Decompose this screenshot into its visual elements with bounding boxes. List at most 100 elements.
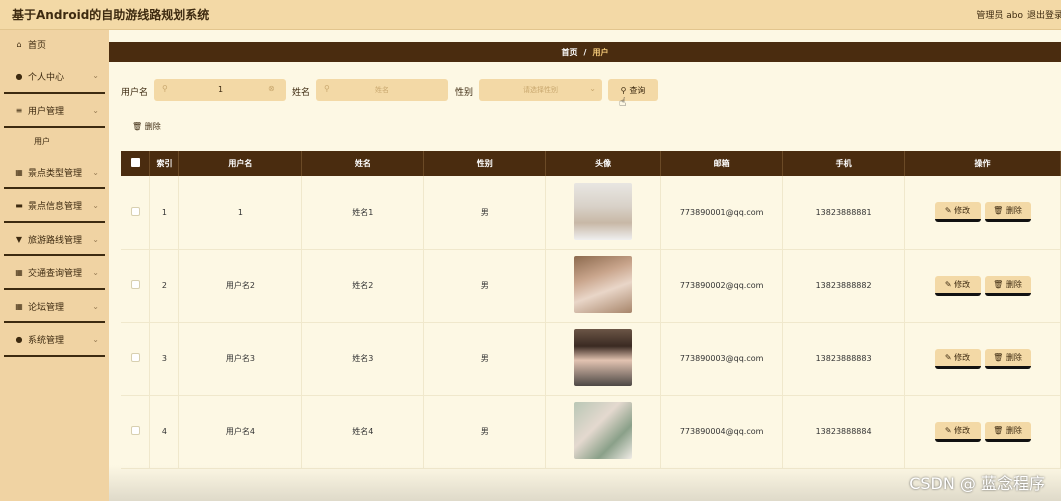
- cell-actions: ✎ 修改 🗑 删除: [904, 176, 1061, 250]
- gender-select[interactable]: 请选择性别 ⌄: [479, 79, 602, 101]
- search-button[interactable]: ⚲ 查询: [608, 79, 658, 101]
- delete-label: 删除: [1005, 206, 1022, 216]
- name-placeholder: 姓名: [375, 86, 389, 94]
- cell-avatar: [545, 322, 662, 396]
- cell-actions: ✎ 修改 🗑 删除: [904, 249, 1061, 323]
- cell-index: 1: [149, 176, 180, 250]
- cell-gender: 男: [423, 395, 547, 469]
- breadcrumb-home[interactable]: 首页: [562, 47, 578, 58]
- header-username: 用户名: [178, 151, 303, 176]
- delete-button[interactable]: 🗑 删除: [984, 202, 1031, 223]
- edit-button[interactable]: ✎ 修改: [934, 202, 981, 223]
- sidebar-item-home[interactable]: ⌂ 首页: [0, 30, 109, 59]
- sidebar-subitem-user[interactable]: 用户: [0, 128, 109, 156]
- user-icon: ●: [15, 72, 23, 81]
- cell-email: 773890002@qq.com: [660, 249, 784, 323]
- app-title: 基于Android的自助游线路规划系统: [12, 8, 210, 22]
- cell-phone: 13823888881: [782, 176, 906, 250]
- sidebar-item-system[interactable]: ● 系统管理 ⌄: [0, 323, 109, 357]
- chevron-down-icon: ⌄: [92, 106, 99, 115]
- grid-icon: ▦: [15, 301, 23, 311]
- sidebar-item-scenic-type[interactable]: ▦ 景点类型管理 ⌄: [0, 156, 109, 190]
- username-value: 1: [218, 85, 224, 94]
- cell-avatar: [545, 249, 662, 323]
- delete-label: 删除: [1005, 279, 1022, 289]
- watermark: CSDN @ 蓝念程序: [909, 474, 1045, 493]
- sidebar-item-user-management[interactable]: ≡ 用户管理 ⌄: [0, 94, 109, 128]
- pin-icon: ▼: [15, 234, 23, 244]
- delete-button[interactable]: 🗑 删除: [984, 275, 1031, 296]
- checkbox[interactable]: [130, 353, 140, 362]
- delete-button[interactable]: 🗑 删除: [984, 421, 1031, 442]
- header-index: 索引: [149, 151, 180, 176]
- sidebar-item-transport-query[interactable]: ▦ 交通查询管理 ⌄: [0, 256, 109, 290]
- sidebar-item-label: 用户: [34, 137, 50, 146]
- table-row: 2 用户名2 姓名2 男 773890002@qq.com 1382388888…: [121, 249, 1061, 323]
- row-select[interactable]: [121, 176, 151, 250]
- sidebar-item-label: 首页: [28, 41, 47, 51]
- header-phone: 手机: [782, 151, 906, 176]
- cell-index: 3: [149, 322, 180, 396]
- edit-button[interactable]: ✎ 修改: [934, 421, 981, 442]
- sidebar-item-travel-route[interactable]: ▼ 旅游路线管理 ⌄: [0, 223, 109, 257]
- row-select[interactable]: [121, 395, 151, 469]
- trash-icon: 🗑: [993, 206, 1004, 216]
- sidebar-item-label: 论坛管理: [28, 302, 65, 313]
- edit-label: 修改: [954, 206, 971, 216]
- admin-label: 管理员 abo: [976, 11, 1023, 21]
- sidebar-item-label: 个人中心: [28, 73, 65, 83]
- chevron-down-icon: ⌄: [92, 301, 99, 311]
- edit-label: 修改: [954, 425, 971, 435]
- chevron-down-icon: ⌄: [92, 335, 99, 344]
- table-row: 3 用户名3 姓名3 男 773890003@qq.com 1382388888…: [121, 322, 1061, 396]
- edit-icon: ✎: [944, 279, 952, 289]
- avatar: [574, 329, 633, 386]
- avatar: [574, 182, 633, 240]
- row-select[interactable]: [121, 322, 151, 396]
- cell-email: 773890003@qq.com: [660, 322, 784, 396]
- checkbox[interactable]: [130, 206, 140, 216]
- delete-button[interactable]: 🗑 删除: [984, 348, 1031, 369]
- header-email: 邮箱: [660, 151, 784, 176]
- sidebar-item-scenic-info[interactable]: ▬ 景点信息管理 ⌄: [0, 189, 109, 223]
- sidebar-item-forum[interactable]: ▦ 论坛管理 ⌄: [0, 290, 109, 324]
- trash-icon: 🗑: [993, 352, 1004, 362]
- checkbox[interactable]: [130, 426, 140, 435]
- cell-actions: ✎ 修改 🗑 删除: [904, 322, 1061, 396]
- cell-actions: ✎ 修改 🗑 删除: [904, 395, 1061, 469]
- checkbox[interactable]: [130, 158, 140, 167]
- cell-gender: 男: [423, 322, 547, 396]
- cell-avatar: [545, 176, 662, 250]
- clear-icon[interactable]: ⊗: [268, 84, 275, 93]
- delete-label: 删除: [1005, 425, 1022, 435]
- breadcrumb-separator: /: [583, 47, 587, 57]
- header-select-all[interactable]: [121, 151, 151, 176]
- edit-button[interactable]: ✎ 修改: [934, 275, 981, 296]
- avatar: [574, 256, 633, 313]
- row-select[interactable]: [121, 249, 151, 323]
- trash-icon: 🗑: [132, 122, 143, 131]
- batch-delete-button[interactable]: 🗑 删除: [132, 121, 161, 132]
- edit-label: 修改: [954, 279, 971, 289]
- edit-button[interactable]: ✎ 修改: [934, 348, 981, 369]
- cell-username: 1: [178, 176, 303, 250]
- logout-link[interactable]: 退出登录: [1027, 8, 1061, 21]
- table-header-row: 索引 用户名 姓名 性别 头像 邮箱 手机 操作: [121, 151, 1061, 176]
- username-input[interactable]: ⚲ 1 ⊗: [154, 79, 286, 101]
- cell-name: 姓名1: [301, 176, 425, 250]
- cell-gender: 男: [423, 176, 547, 250]
- sidebar-item-personal-center[interactable]: ● 个人中心 ⌄: [0, 59, 109, 94]
- list-icon: ≡: [15, 106, 23, 116]
- gender-label: 性别: [455, 88, 474, 98]
- top-bar: 基于Android的自助游线路规划系统 管理员 abo 退出登录: [0, 0, 1061, 30]
- checkbox[interactable]: [130, 280, 140, 289]
- cell-name: 姓名2: [301, 249, 425, 323]
- edit-icon: ✎: [944, 425, 952, 435]
- table-row: 4 用户名4 姓名4 男 773890004@qq.com 1382388888…: [121, 395, 1061, 469]
- cell-index: 4: [149, 395, 180, 469]
- cell-phone: 13823888884: [782, 395, 906, 469]
- search-icon: ⚲: [162, 84, 168, 93]
- edit-label: 修改: [954, 352, 971, 362]
- name-input[interactable]: ⚲ 姓名: [316, 79, 448, 101]
- search-button-label: 查询: [629, 85, 646, 95]
